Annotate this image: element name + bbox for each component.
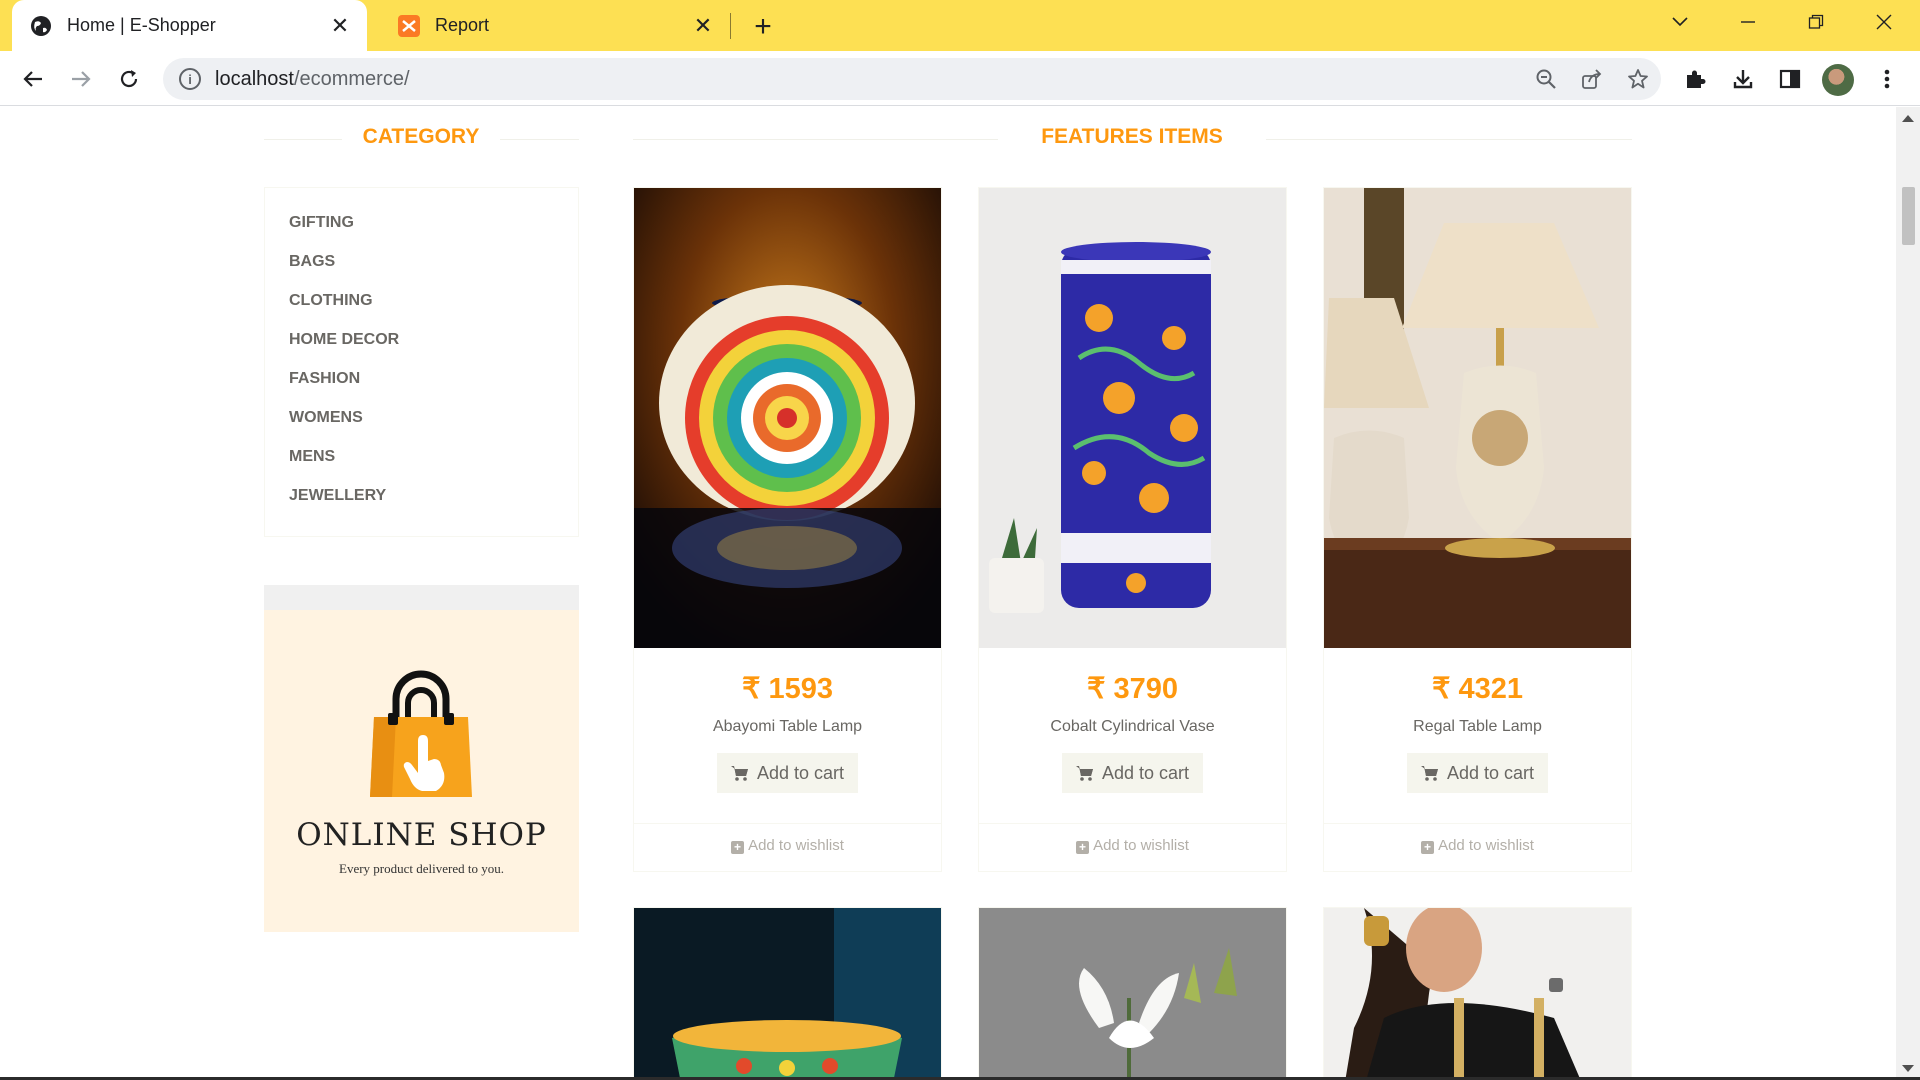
plus-square-icon: +: [731, 841, 745, 854]
product-image-regal-lamp[interactable]: [1324, 188, 1631, 648]
product-image-mosaic-lamp[interactable]: [634, 188, 941, 648]
tab-separator: [730, 13, 731, 39]
card-divider: [979, 823, 1286, 824]
close-tab-icon[interactable]: ✕: [690, 13, 716, 39]
heading-rule-right: [1266, 139, 1632, 140]
banner-top-strip: [264, 585, 579, 610]
share-icon[interactable]: [1569, 58, 1615, 100]
profile-avatar[interactable]: [1822, 64, 1854, 96]
tab-title: Home | E-Shopper: [67, 15, 216, 35]
category-panel: GIFTING BAGS CLOTHING HOME DECOR FASHION…: [264, 187, 579, 537]
add-to-cart-label: Add to cart: [1446, 762, 1535, 783]
forward-arrow-icon[interactable]: [63, 61, 99, 97]
category-gifting[interactable]: GIFTING: [289, 214, 354, 232]
category-jewellery[interactable]: JEWELLERY: [289, 487, 386, 505]
product-name[interactable]: Abayomi Table Lamp: [634, 718, 941, 736]
promo-title: ONLINE SHOP: [296, 817, 547, 853]
category-fashion[interactable]: FASHION: [289, 370, 360, 388]
close-window-icon[interactable]: [1856, 0, 1912, 43]
scroll-down-arrow-icon[interactable]: [1902, 1065, 1914, 1072]
product-image-lily-flowers[interactable]: [979, 908, 1286, 1080]
side-panel-icon[interactable]: [1772, 61, 1808, 97]
card-divider: [634, 823, 941, 824]
category-womens[interactable]: WOMENS: [289, 409, 363, 427]
heading-rule-right: [500, 139, 579, 140]
restore-icon[interactable]: [1788, 0, 1844, 43]
address-bar[interactable]: i localhost/ecommerce/: [163, 58, 1661, 100]
product-name[interactable]: Regal Table Lamp: [1324, 718, 1631, 736]
category-heading: CATEGORY: [362, 125, 480, 148]
product-price: ₹ 3790: [1086, 673, 1179, 705]
site-info-icon[interactable]: i: [179, 68, 201, 90]
tab-search-chevron-icon[interactable]: [1652, 0, 1708, 43]
minimize-icon[interactable]: [1720, 0, 1776, 43]
category-clothing[interactable]: CLOTHING: [289, 292, 373, 310]
add-to-wishlist-link[interactable]: + Add to wishlist: [979, 837, 1286, 854]
bookmark-star-icon[interactable]: [1615, 58, 1661, 100]
online-shop-banner[interactable]: ONLINE SHOP Every product delivered to y…: [264, 585, 579, 932]
url-host: localhost: [215, 67, 294, 90]
add-to-wishlist-link[interactable]: + Add to wishlist: [634, 837, 941, 854]
product-card: ₹ 4321 Regal Table Lamp Add to cart + Add…: [1323, 187, 1632, 872]
wishlist-label: Add to wishlist: [748, 837, 844, 854]
features-items-heading: FEATURES ITEMS: [1041, 125, 1223, 148]
shopping-cart-icon: [1075, 765, 1094, 781]
page-viewport: CATEGORY FEATURES ITEMS GIFTING BAGS CLO…: [0, 107, 1896, 1080]
shopping-cart-icon: [1420, 765, 1439, 781]
reload-icon[interactable]: [111, 61, 147, 97]
category-home-decor[interactable]: HOME DECOR: [289, 331, 399, 349]
product-price: ₹ 4321: [1431, 673, 1524, 705]
plus-square-icon: +: [1076, 841, 1090, 854]
product-card: ₹ 1593 Abayomi Table Lamp Add to cart + A…: [633, 187, 942, 872]
heading-rule-left: [633, 139, 998, 140]
add-to-cart-label: Add to cart: [1101, 762, 1190, 783]
globe-icon: [30, 15, 52, 37]
close-tab-icon[interactable]: ✕: [327, 13, 353, 39]
download-icon[interactable]: [1725, 61, 1761, 97]
plus-square-icon: +: [1421, 841, 1435, 854]
promo-subtitle: Every product delivered to you.: [339, 861, 504, 876]
more-menu-icon[interactable]: [1869, 61, 1905, 97]
tab-title: Report: [435, 15, 490, 35]
category-bags[interactable]: BAGS: [289, 253, 335, 271]
url-text[interactable]: localhost/ecommerce/: [215, 68, 1523, 91]
add-to-cart-button[interactable]: Add to cart: [1407, 753, 1548, 793]
new-tab-icon[interactable]: +: [748, 12, 778, 42]
zoom-icon[interactable]: [1523, 58, 1569, 100]
extensions-puzzle-icon[interactable]: [1677, 61, 1713, 97]
product-name[interactable]: Cobalt Cylindrical Vase: [979, 718, 1286, 736]
category-mens[interactable]: MENS: [289, 448, 335, 466]
vertical-scrollbar[interactable]: [1896, 107, 1920, 1080]
product-card: [978, 907, 1287, 1080]
browser-tab-strip: Home | E-Shopper ✕ Report ✕ +: [0, 0, 1920, 51]
tab-report[interactable]: Report ✕: [380, 0, 730, 51]
add-to-wishlist-link[interactable]: + Add to wishlist: [1324, 837, 1631, 854]
product-price: ₹ 1593: [741, 673, 834, 705]
product-image-cobalt-vase[interactable]: [979, 188, 1286, 648]
shopping-bag-icon: [370, 670, 472, 797]
add-to-cart-button[interactable]: Add to cart: [717, 753, 858, 793]
shopping-cart-icon: [730, 765, 749, 781]
add-to-cart-label: Add to cart: [756, 762, 845, 783]
browser-toolbar: i localhost/ecommerce/: [0, 51, 1920, 106]
product-image-mosaic-candle[interactable]: [634, 908, 941, 1080]
url-path: /ecommerce/: [293, 67, 410, 90]
wishlist-label: Add to wishlist: [1438, 837, 1534, 854]
scrollbar-thumb[interactable]: [1902, 187, 1915, 245]
add-to-cart-button[interactable]: Add to cart: [1062, 753, 1203, 793]
product-card: ₹ 3790 Cobalt Cylindrical Vase Add to ca…: [978, 187, 1287, 872]
product-card: [1323, 907, 1632, 1080]
xampp-icon: [398, 14, 420, 37]
card-divider: [1324, 823, 1631, 824]
product-card: [633, 907, 942, 1080]
tab-home-eshopper[interactable]: Home | E-Shopper ✕: [12, 0, 367, 51]
heading-rule-left: [264, 139, 342, 140]
scroll-up-arrow-icon[interactable]: [1902, 115, 1914, 122]
back-arrow-icon[interactable]: [15, 61, 51, 97]
wishlist-label: Add to wishlist: [1093, 837, 1189, 854]
product-image-woman-bag[interactable]: [1324, 908, 1631, 1080]
